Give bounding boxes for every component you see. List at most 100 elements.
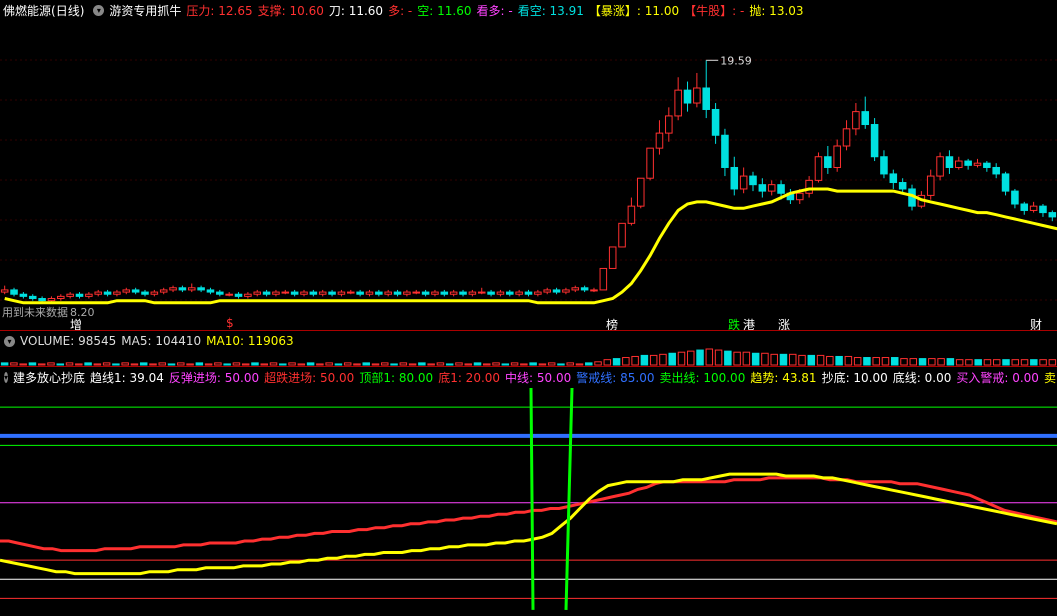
candle-body [562,289,570,293]
volume-bar [390,363,398,366]
candle-body [721,134,729,168]
volume-bar [501,363,510,366]
volume-values: VOLUME: 98545 MA5: 104410 MA10: 119063 [20,334,299,348]
volume-bar [547,362,556,366]
candle-body [683,89,692,104]
candle-body [431,291,439,295]
volume-bar [492,362,500,366]
candle-body [758,184,767,192]
candlestick-chart[interactable]: 19.59 [0,20,1057,330]
candle-body [814,156,823,181]
volume-bar [881,357,890,366]
volume-bar [455,362,463,366]
volume-bar [56,363,65,366]
collapse-icon[interactable]: ▾ [4,335,15,347]
volume-bar [770,353,778,366]
volume-bar [724,350,732,366]
indicator-chart[interactable] [0,384,1057,614]
volume-bar [798,354,806,366]
volume-bar [306,362,315,366]
indicator-item: 买入警戒: 0.00 [956,370,1039,385]
candle-body [347,291,355,294]
candle-body [0,289,9,293]
candle-body [1048,212,1057,218]
candle-body [833,145,841,168]
candle-body [552,289,561,293]
spike-line [529,387,574,610]
volume-bar [418,362,426,366]
candle-body [496,291,505,295]
signal-line [0,472,1057,576]
candle-body [861,111,870,126]
volume-bar [0,362,9,366]
candle-body [608,246,617,269]
volume-bar [1039,359,1047,366]
candle-body [711,108,720,136]
candle-body [122,289,131,293]
candle-body [973,162,982,166]
candle-body [1001,173,1010,192]
volume-bar [538,363,547,366]
candle-body [730,166,739,190]
volume-bar [872,357,880,366]
candle-body [38,298,46,302]
candle-body [365,291,374,295]
candle-body [665,115,673,134]
volume-chart[interactable] [0,348,1057,366]
indicator-values: 压力: 12.65 支撑: 10.60 刀: 11.60 多: - 空: 11.60 看多… [186,2,808,19]
candle-body [889,173,898,184]
candle-body [964,160,972,166]
candle-body [749,175,757,186]
volume-bar [325,362,333,366]
collapse-icon[interactable]: ▾ [93,4,105,16]
candle-body [393,291,402,295]
volume-bar [93,363,102,366]
stock-name: 佛燃能源 [3,3,52,18]
candle-body [880,156,888,175]
volume-bar [362,362,370,366]
candle-body [94,291,102,295]
volume-bar [733,351,741,366]
candle-body [459,291,467,295]
volume-bar [177,362,185,366]
volume-bar [195,362,204,366]
candle-body [141,291,149,295]
candle-body [85,293,93,297]
candle-body [468,291,477,295]
header-item: 看多: - [476,3,513,18]
volume-bar [826,355,834,366]
volume-bar [353,363,361,366]
volume-bar [649,354,658,366]
candle-body [543,289,551,293]
volume-bar [381,362,389,366]
candle-body [113,291,121,295]
header-item: 【暴涨】: 11.00 [588,3,680,18]
volume-bar [659,353,667,366]
candle-body [262,291,271,295]
volume-bar [149,363,157,366]
volume-bar [37,363,46,366]
volume-bar [983,359,992,366]
candle-body [206,289,215,293]
candle-body [636,177,645,207]
candle-body [169,287,177,291]
candle-body [870,124,879,158]
indicator-item: 超跌进场: 50.00 [264,370,355,385]
indicator-item: 中线: 50.00 [505,370,572,385]
candle-body [1039,205,1047,214]
volume-bar [214,362,222,366]
candle-body [702,87,710,110]
candle-body [244,293,252,297]
candle-body [627,205,636,224]
volume-bar [668,352,676,366]
candle-body [66,293,74,297]
volume-bar [594,361,602,366]
volume-bar [158,362,167,366]
indicator-item: 顶部1: 80.00 [359,370,434,385]
indicator-item: 底线: 0.00 [892,370,952,385]
collapse-icon[interactable]: ▾ [4,371,9,383]
volume-item: MA10: 119063 [206,334,294,348]
volume-bar [640,354,649,366]
indicator-item: 趋势: 43.81 [750,370,817,385]
event-marker[interactable]: $ [226,316,234,330]
